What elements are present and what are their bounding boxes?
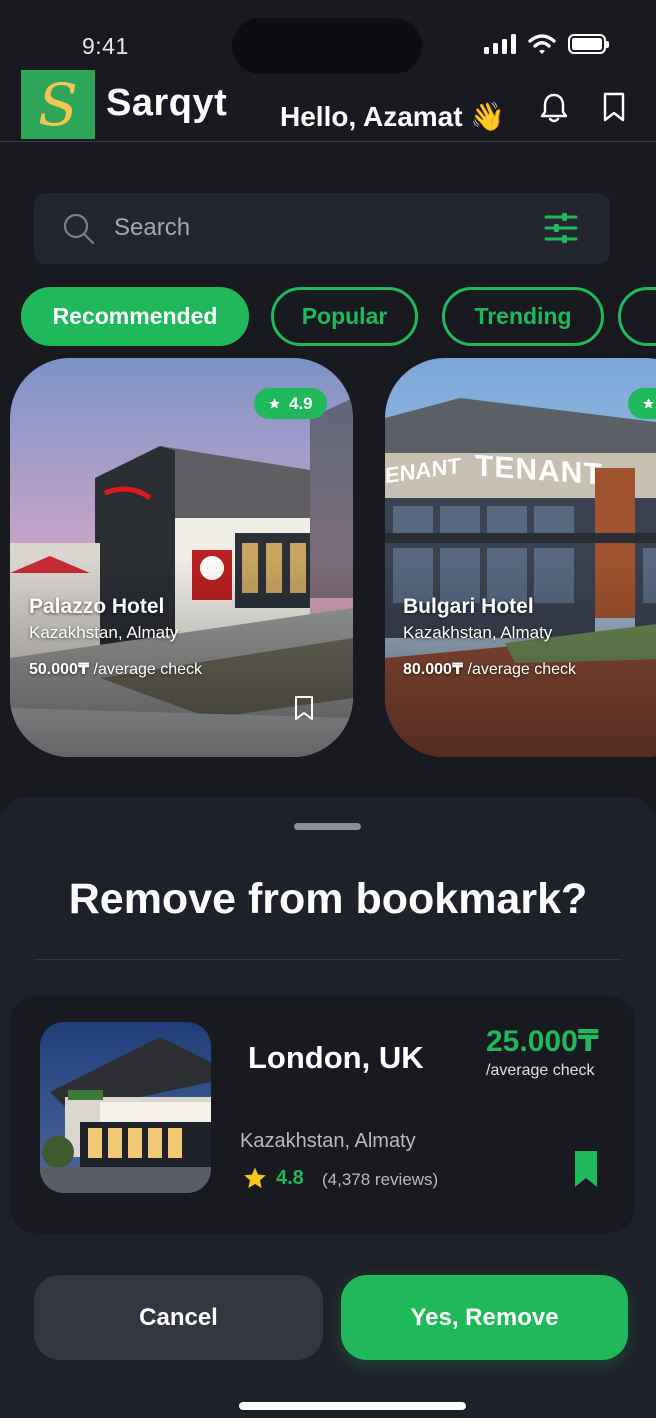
filter-icon[interactable] (544, 211, 578, 245)
wifi-icon (528, 34, 556, 54)
screen: 9:41 S Sarqyt Hello, Azamat 👋 Search Rec… (0, 0, 656, 1418)
cancel-button[interactable]: Cancel (34, 1275, 323, 1360)
greeting: Hello, Azamat 👋 (280, 101, 506, 132)
home-indicator (239, 1402, 466, 1410)
card-title: Bulgari Hotel (403, 595, 534, 618)
star-icon (269, 398, 280, 409)
remove-bookmark-sheet: Remove from bookmark? London, UK 25.000₸… (0, 797, 656, 1418)
status-icons (484, 34, 609, 54)
card-price: 50.000₸ /average check (29, 659, 202, 679)
bookmark-filled-icon[interactable] (575, 1151, 597, 1187)
search-bar[interactable] (34, 193, 610, 264)
card-photo (385, 358, 656, 757)
card-price-suffix: /average check (89, 661, 203, 678)
card-location: Kazakhstan, Almaty (29, 623, 179, 642)
card-price-value: 80.000₸ (403, 661, 464, 678)
card-title: Palazzo Hotel (29, 595, 165, 618)
card-price-value: 50.000₸ (29, 661, 90, 678)
star-icon (643, 398, 654, 409)
status-time: 9:41 (82, 33, 129, 59)
rating-badge: 4.9 (254, 388, 327, 419)
card-price-suffix: /average check (463, 661, 577, 678)
divider (34, 959, 622, 960)
item-name: London, UK (248, 1040, 424, 1075)
signal-icon (484, 34, 516, 54)
item-location: Kazakhstan, Almaty (240, 1130, 416, 1152)
place-card[interactable]: TENANT ENANT Bulgari Hotel Kazakhstan, A… (385, 358, 656, 757)
chip-trending[interactable]: Trending (442, 287, 604, 346)
bookmarked-item-card[interactable]: London, UK 25.000₸ /average check Kazakh… (10, 996, 635, 1233)
confirm-remove-button[interactable]: Yes, Remove (341, 1275, 628, 1360)
battery-icon (568, 34, 609, 54)
card-location: Kazakhstan, Almaty (403, 623, 553, 642)
logo-letter: S (38, 70, 78, 139)
chip-popular[interactable]: Popular (271, 287, 418, 346)
sheet-title: Remove from bookmark? (68, 875, 588, 923)
app-header: S Sarqyt Hello, Azamat 👋 (0, 66, 656, 142)
bookmark-icon[interactable] (603, 92, 625, 122)
app-logo: S (21, 70, 95, 139)
rating-badge (628, 388, 656, 419)
chip-recommended[interactable]: Recommended (21, 287, 249, 346)
rating-value: 4.9 (289, 393, 313, 413)
star-icon (244, 1167, 266, 1188)
sheet-handle[interactable] (294, 823, 361, 830)
bookmark-outline-icon[interactable] (294, 695, 314, 721)
item-thumbnail (40, 1022, 211, 1193)
item-price-suffix: /average check (486, 1062, 595, 1079)
card-price: 80.000₸ /average check (403, 659, 576, 679)
brand-name: Sarqyt (106, 82, 228, 124)
item-price: 25.000₸ (486, 1025, 599, 1058)
item-rating: 4.8 (276, 1167, 304, 1189)
search-input[interactable] (114, 207, 514, 249)
item-photo (40, 1022, 211, 1193)
bell-icon[interactable] (540, 92, 568, 124)
place-card[interactable]: 4.9 Palazzo Hotel Kazakhstan, Almaty 50.… (10, 358, 353, 757)
item-reviews: (4,378 reviews) (322, 1170, 439, 1189)
chip-more[interactable] (618, 287, 656, 346)
search-icon (63, 213, 95, 245)
